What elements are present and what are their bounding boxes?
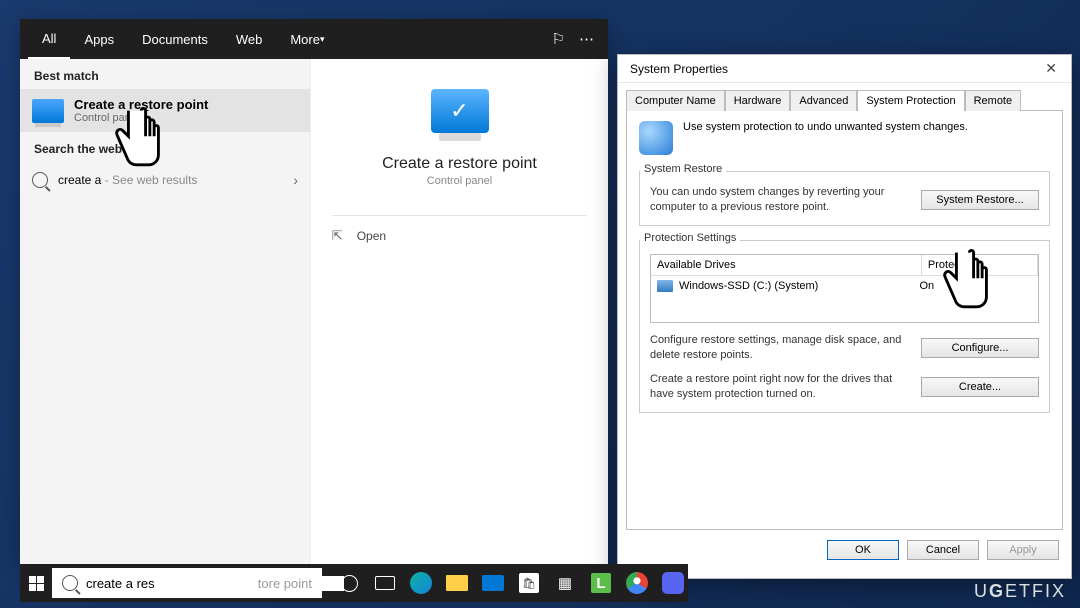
- group-label-restore: System Restore: [640, 163, 726, 175]
- windows-logo-icon: [29, 576, 44, 591]
- tab-hardware[interactable]: Hardware: [725, 90, 791, 111]
- restore-point-large-icon: ✓: [431, 89, 489, 133]
- system-properties-dialog: System Properties ✕ Computer Name Hardwa…: [617, 54, 1072, 579]
- search-results-column: Best match Create a restore point Contro…: [20, 59, 310, 564]
- configure-description: Configure restore settings, manage disk …: [650, 333, 913, 363]
- ok-button[interactable]: OK: [827, 540, 899, 560]
- search-web-header: Search the web: [20, 132, 310, 162]
- restore-description: You can undo system changes by reverting…: [650, 185, 913, 215]
- drives-table: Available Drives Protection Windows-SSD …: [650, 254, 1039, 323]
- tab-more[interactable]: More: [276, 19, 338, 59]
- tab-system-protection[interactable]: System Protection: [857, 90, 964, 111]
- libreoffice-icon[interactable]: L: [586, 568, 616, 598]
- intro-text: Use system protection to undo unwanted s…: [683, 121, 968, 133]
- tab-all[interactable]: All: [28, 19, 70, 59]
- drive-name: Windows-SSD (C:) (System): [679, 280, 818, 292]
- search-tabs: All Apps Documents Web More ⚐ ⋯: [20, 19, 608, 59]
- create-description: Create a restore point right now for the…: [650, 372, 913, 402]
- feedback-icon[interactable]: ⚐: [552, 30, 565, 48]
- tab-documents[interactable]: Documents: [128, 19, 222, 59]
- system-restore-group: System Restore You can undo system chang…: [639, 171, 1050, 226]
- app-generic-icon[interactable]: ▦: [550, 568, 580, 598]
- col-header-drives: Available Drives: [651, 255, 922, 275]
- discord-icon[interactable]: [658, 568, 688, 598]
- search-icon: [32, 172, 48, 188]
- open-label: Open: [357, 229, 386, 243]
- create-button[interactable]: Create...: [921, 377, 1039, 397]
- web-result-row[interactable]: create a - See web results ›: [20, 162, 310, 198]
- protection-settings-group: Protection Settings Available Drives Pro…: [639, 240, 1050, 413]
- search-icon: [62, 575, 78, 591]
- best-match-subtitle: Control panel: [74, 112, 208, 124]
- chrome-icon[interactable]: [622, 568, 652, 598]
- preview-subtitle: Control panel: [427, 175, 492, 187]
- dialog-title: System Properties: [630, 62, 728, 76]
- tab-remote[interactable]: Remote: [965, 90, 1022, 111]
- taskbar: tore point 🛍 ▦ L: [20, 564, 688, 602]
- col-header-protection: Protection: [922, 255, 1038, 275]
- drive-status: On: [920, 280, 1033, 292]
- start-button[interactable]: [20, 564, 52, 602]
- cortana-icon[interactable]: [334, 568, 364, 598]
- tab-apps[interactable]: Apps: [70, 19, 128, 59]
- tab-panel-system-protection: Use system protection to undo unwanted s…: [626, 110, 1063, 530]
- ellipsis-icon[interactable]: ⋯: [579, 30, 594, 48]
- best-match-header: Best match: [20, 59, 310, 89]
- edge-icon[interactable]: [406, 568, 436, 598]
- best-match-title: Create a restore point: [74, 97, 208, 112]
- chevron-right-icon: ›: [293, 172, 298, 188]
- taskbar-search-box[interactable]: tore point: [52, 568, 322, 598]
- start-search-panel: All Apps Documents Web More ⚐ ⋯ Best mat…: [20, 19, 608, 564]
- watermark: UGETFIX: [974, 581, 1066, 602]
- tab-advanced[interactable]: Advanced: [790, 90, 857, 111]
- open-action[interactable]: ⇱ Open: [332, 216, 587, 256]
- drive-row[interactable]: Windows-SSD (C:) (System) On: [651, 276, 1038, 296]
- dialog-tabs: Computer Name Hardware Advanced System P…: [618, 83, 1071, 110]
- mail-icon[interactable]: [478, 568, 508, 598]
- preview-title: Create a restore point: [382, 155, 537, 173]
- file-explorer-icon[interactable]: [442, 568, 472, 598]
- apply-button[interactable]: Apply: [987, 540, 1059, 560]
- system-restore-button[interactable]: System Restore...: [921, 190, 1039, 210]
- web-result-text: create a - See web results: [58, 173, 197, 187]
- close-button[interactable]: ✕: [1039, 58, 1063, 79]
- store-icon[interactable]: 🛍: [514, 568, 544, 598]
- tab-computer-name[interactable]: Computer Name: [626, 90, 725, 111]
- search-suggestion-tail: tore point: [258, 576, 312, 591]
- group-label-protection: Protection Settings: [640, 232, 740, 244]
- cancel-button[interactable]: Cancel: [907, 540, 979, 560]
- search-preview-column: ✓ Create a restore point Control panel ⇱…: [310, 59, 608, 564]
- protection-shield-icon: [639, 121, 673, 155]
- best-match-result[interactable]: Create a restore point Control panel: [20, 89, 310, 132]
- restore-point-icon: [32, 99, 64, 123]
- configure-button[interactable]: Configure...: [921, 338, 1039, 358]
- drive-icon: [657, 280, 673, 292]
- task-view-icon[interactable]: [370, 568, 400, 598]
- open-icon: ⇱: [332, 228, 343, 244]
- tab-web[interactable]: Web: [222, 19, 277, 59]
